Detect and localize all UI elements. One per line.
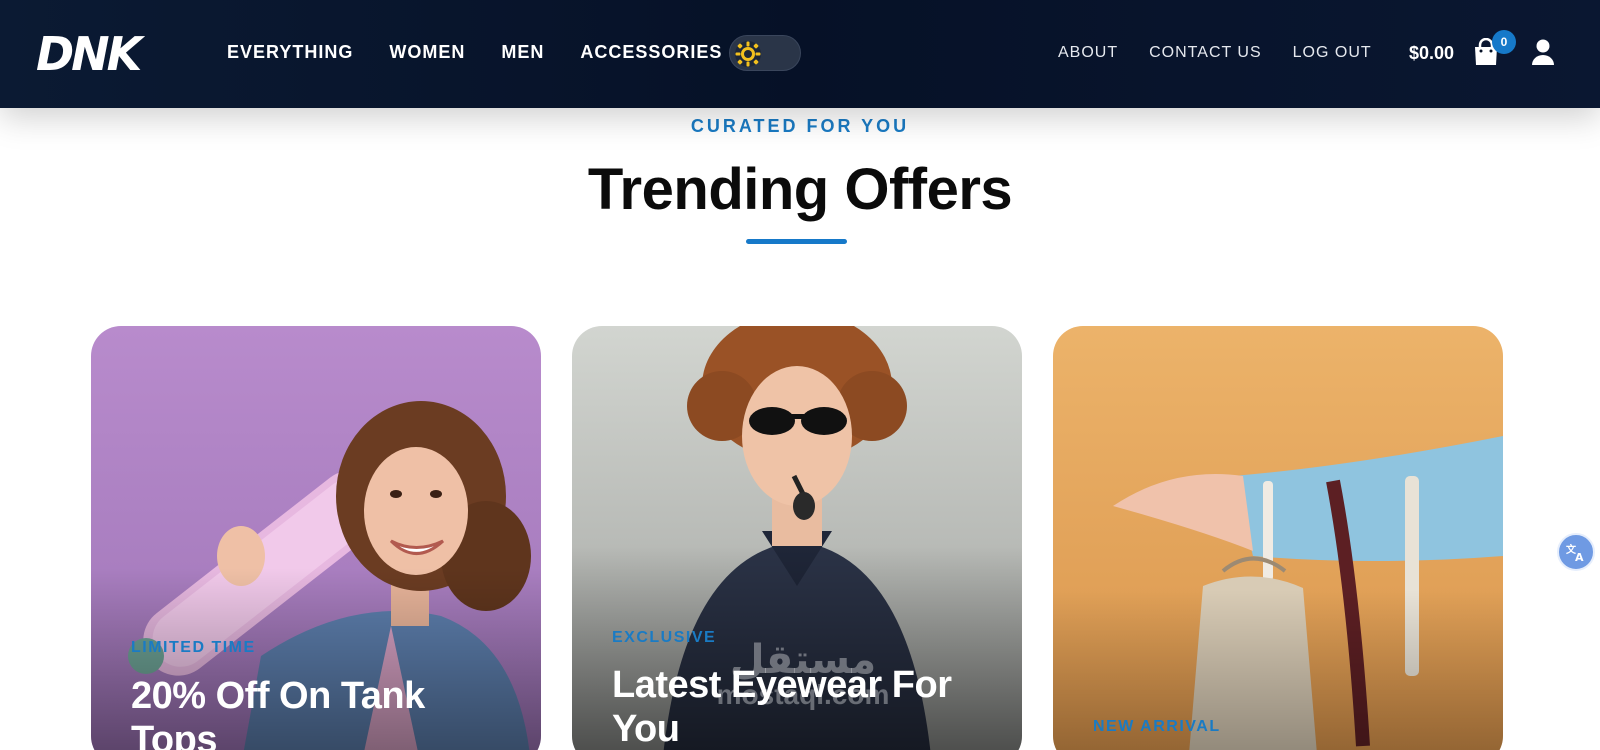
offer-card-tank-tops[interactable]: LIMITED TIME 20% Off On Tank Tops bbox=[91, 326, 541, 750]
title-underline bbox=[746, 239, 847, 244]
nav-log-out[interactable]: LOG OUT bbox=[1293, 44, 1372, 62]
section-title: Trending Offers bbox=[587, 157, 1013, 222]
nav-contact-us[interactable]: CONTACT US bbox=[1149, 44, 1262, 62]
nav-women[interactable]: WOMEN bbox=[389, 42, 465, 63]
cart-count-badge: 0 bbox=[1492, 30, 1516, 54]
site-header: DNK EVERYTHING WOMEN MEN ACCESSORIES ABO bbox=[0, 0, 1600, 108]
nav-everything[interactable]: EVERYTHING bbox=[227, 42, 353, 63]
primary-nav: EVERYTHING WOMEN MEN ACCESSORIES bbox=[227, 42, 722, 63]
user-icon[interactable] bbox=[1531, 38, 1555, 66]
card-tag: LIMITED TIME bbox=[131, 639, 256, 656]
card-title: Latest Eyewear For You bbox=[612, 664, 952, 750]
card-photo-handbags bbox=[1053, 326, 1503, 750]
card-tag: NEW ARRIVAL bbox=[1093, 718, 1221, 735]
offer-card-new-arrival[interactable]: NEW ARRIVAL bbox=[1053, 326, 1503, 750]
nav-men[interactable]: MEN bbox=[501, 42, 544, 63]
offer-card-eyewear[interactable]: EXCLUSIVE Latest Eyewear For You bbox=[572, 326, 1022, 750]
sun-icon bbox=[735, 41, 761, 67]
cart-total[interactable]: $0.00 bbox=[1409, 43, 1454, 64]
logo-text: DNK bbox=[36, 27, 146, 80]
translate-glyph: 文 A bbox=[1566, 543, 1584, 563]
secondary-nav: ABOUT CONTACT US LOG OUT bbox=[1058, 44, 1372, 62]
dnk-logo[interactable]: DNK bbox=[34, 24, 160, 80]
theme-toggle[interactable] bbox=[729, 35, 801, 71]
nav-about[interactable]: ABOUT bbox=[1058, 44, 1118, 62]
nav-accessories[interactable]: ACCESSORIES bbox=[580, 42, 722, 63]
section-eyebrow: CURATED FOR YOU bbox=[690, 116, 910, 136]
card-tag: EXCLUSIVE bbox=[612, 629, 717, 646]
svg-text:A: A bbox=[1575, 551, 1584, 563]
card-title: 20% Off On Tank Tops bbox=[131, 675, 425, 750]
translate-icon[interactable]: 文 A bbox=[1557, 533, 1595, 571]
